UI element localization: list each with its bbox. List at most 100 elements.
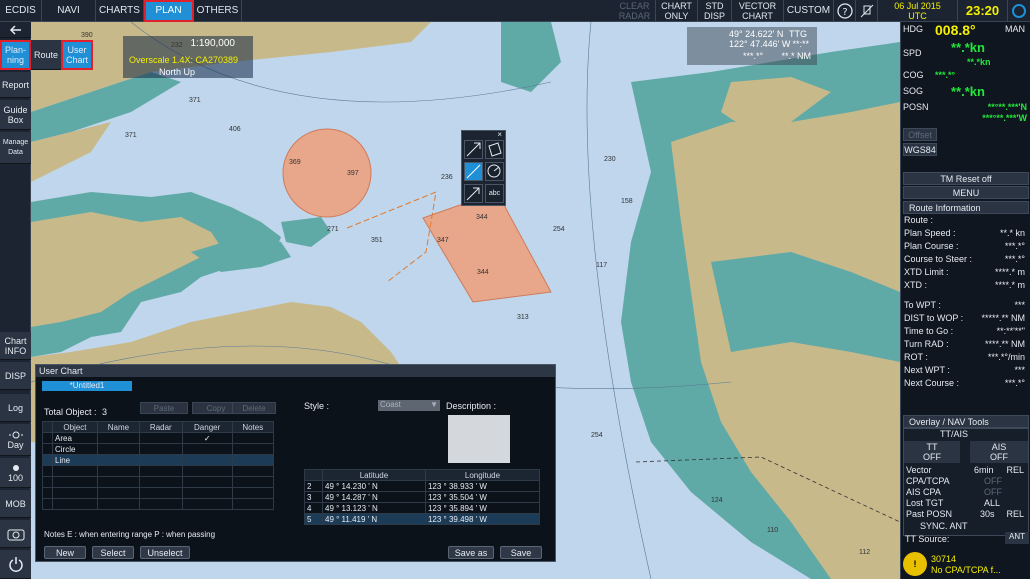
past-posn-mode[interactable]: REL	[1006, 509, 1024, 519]
route-info-header[interactable]: Route Information	[903, 201, 1029, 214]
coord-lon: 123 ° 35.504 ' W	[424, 491, 541, 503]
circle-tool-icon[interactable]	[485, 162, 504, 181]
new-button[interactable]: New	[44, 546, 86, 559]
lost-tgt-value[interactable]: ALL	[984, 498, 1000, 508]
camera-icon[interactable]	[0, 520, 31, 548]
past-posn-value[interactable]: 30s	[980, 509, 995, 519]
table-row[interactable]	[42, 487, 275, 499]
menu-navi[interactable]: NAVI	[42, 0, 96, 22]
col-danger: Danger	[181, 421, 233, 433]
table-row[interactable]: 5 49 ° 11.419 ' N 123 ° 39.498 ' W	[304, 513, 541, 525]
cpa-label: CPA/TCPA	[906, 476, 950, 486]
arrow-tool-icon[interactable]	[464, 184, 483, 203]
menu-charts[interactable]: CHARTS	[96, 0, 144, 22]
vector-chart-button[interactable]: VECTOR CHART	[732, 0, 784, 22]
tt-toggle[interactable]: TT OFF	[904, 441, 960, 463]
clear-radar-button[interactable]: CLEAR RADAR	[614, 0, 656, 22]
overlay-nav-tools-header[interactable]: Overlay / NAV Tools	[903, 415, 1029, 428]
custom-button[interactable]: CUSTOM	[784, 0, 834, 22]
brightness-value: 100	[7, 472, 24, 483]
date-text: 06 Jul 2015	[894, 1, 941, 11]
brightness-level-button[interactable]: 100	[0, 458, 31, 488]
menu-plan[interactable]: PLAN	[144, 0, 194, 22]
chart-info-button[interactable]: Chart INFO	[0, 332, 31, 360]
table-row[interactable]: Line	[42, 454, 275, 466]
depth-20: 124	[711, 497, 723, 504]
coord-lat: 49 ° 14.230 ' N	[322, 480, 426, 492]
back-arrow-icon[interactable]	[0, 22, 31, 38]
manage-data-button[interactable]: Manage Data	[0, 132, 31, 164]
coord-col-lon: Longitude	[424, 469, 541, 481]
menu-ecdis[interactable]: ECDIS	[0, 0, 42, 22]
satellite-icon[interactable]	[856, 0, 878, 22]
close-icon[interactable]: ×	[497, 130, 502, 139]
xtd-limit-key: XTD Limit :	[904, 267, 949, 277]
next-wpt-key: Next WPT :	[904, 365, 950, 375]
save-button[interactable]: Save	[500, 546, 542, 559]
planning-button[interactable]: Plan-ning	[0, 40, 31, 70]
std-disp-button[interactable]: STD DISP	[698, 0, 732, 22]
ant-button[interactable]: ANT	[1005, 532, 1029, 544]
overlay-title: Overlay / NAV Tools	[909, 417, 989, 427]
save-as-button[interactable]: Save as	[448, 546, 494, 559]
ais-cpa-value[interactable]: OFF	[984, 487, 1002, 497]
paste-button[interactable]: Paste	[140, 402, 188, 414]
alarm-code: 30714	[931, 554, 957, 564]
help-icon[interactable]: ?	[834, 0, 856, 22]
depth-15: 313	[517, 314, 529, 321]
table-row[interactable]: 3 49 ° 14.287 ' N 123 ° 35.504 ' W	[304, 491, 541, 503]
scale-box[interactable]: 1:190,000 Overscale 1.4X: CA270389 North…	[123, 36, 253, 78]
depth-10: 351	[371, 237, 383, 244]
tm-reset-button[interactable]: TM Reset off	[903, 172, 1029, 185]
sog-row: SOG **.*kn	[903, 84, 1029, 102]
table-row[interactable]: Area ✓	[42, 432, 275, 444]
hdg-value: 008.8°	[935, 22, 976, 38]
chart-only-button[interactable]: CHART ONLY	[656, 0, 698, 22]
arrow-line-tool-icon[interactable]	[464, 140, 483, 159]
notes-legend: Notes E : when entering range P : when p…	[44, 530, 216, 539]
sync-ant-label[interactable]: SYNC. ANT	[920, 521, 968, 531]
select-button[interactable]: Select	[92, 546, 134, 559]
unselect-button[interactable]: Unselect	[140, 546, 190, 559]
mob-button[interactable]: MOB	[0, 490, 31, 518]
spd-label: SPD	[903, 48, 922, 58]
day-mode-button[interactable]: Day	[0, 424, 31, 456]
guide-box-button[interactable]: Guide Box	[0, 100, 31, 130]
user-chart-tab[interactable]: User Chart	[61, 40, 93, 70]
object-cell: Circle	[52, 443, 98, 455]
log-button[interactable]: Log	[0, 394, 31, 422]
power-icon[interactable]	[0, 550, 31, 579]
table-row[interactable]	[42, 465, 275, 477]
table-row[interactable]: Circle	[42, 443, 275, 455]
disp-button[interactable]: DISP	[0, 362, 31, 390]
table-row[interactable]: 4 49 ° 13.123 ' N 123 ° 35.894 ' W	[304, 502, 541, 514]
dist-wop-val: *****.** NM	[981, 313, 1025, 323]
brightness-icon[interactable]	[1008, 0, 1030, 22]
user-chart-dialog: User Chart *Untitled1 Total Object : 3 P…	[35, 364, 556, 562]
untitled-tab[interactable]: *Untitled1	[42, 381, 132, 391]
menu-button[interactable]: MENU	[903, 186, 1029, 199]
text-tool-icon[interactable]: abc	[485, 184, 504, 203]
route-tab[interactable]: Route	[31, 40, 61, 70]
alarm-warning-icon[interactable]: !	[903, 552, 927, 576]
vector-value[interactable]: 6min	[974, 465, 994, 475]
menu-others[interactable]: OTHERS	[194, 0, 242, 22]
next-wpt-val: ***	[1014, 365, 1025, 375]
table-row[interactable]	[42, 476, 275, 488]
line-tool-icon[interactable]	[464, 162, 483, 181]
ais-toggle[interactable]: AIS OFF	[970, 441, 1028, 463]
delete-button[interactable]: Delete	[232, 402, 276, 414]
table-row[interactable]: 2 49 ° 14.230 ' N 123 ° 38.933 ' W	[304, 480, 541, 492]
polygon-tool-icon[interactable]	[485, 140, 504, 159]
coord-table-header: Latitude Longitude	[304, 469, 541, 481]
cpa-value[interactable]: OFF	[984, 476, 1002, 486]
posn-label: POSN	[903, 102, 929, 112]
report-button[interactable]: Report	[0, 72, 31, 98]
rot-key: ROT :	[904, 352, 928, 362]
table-row[interactable]	[42, 498, 275, 510]
style-select[interactable]: Coast ▼	[378, 400, 440, 411]
coord-lat: 49 ° 14.287 ' N	[322, 491, 426, 503]
offset-button[interactable]: Offset	[903, 128, 937, 141]
vector-mode[interactable]: REL	[1006, 465, 1024, 475]
description-field[interactable]	[448, 415, 510, 463]
